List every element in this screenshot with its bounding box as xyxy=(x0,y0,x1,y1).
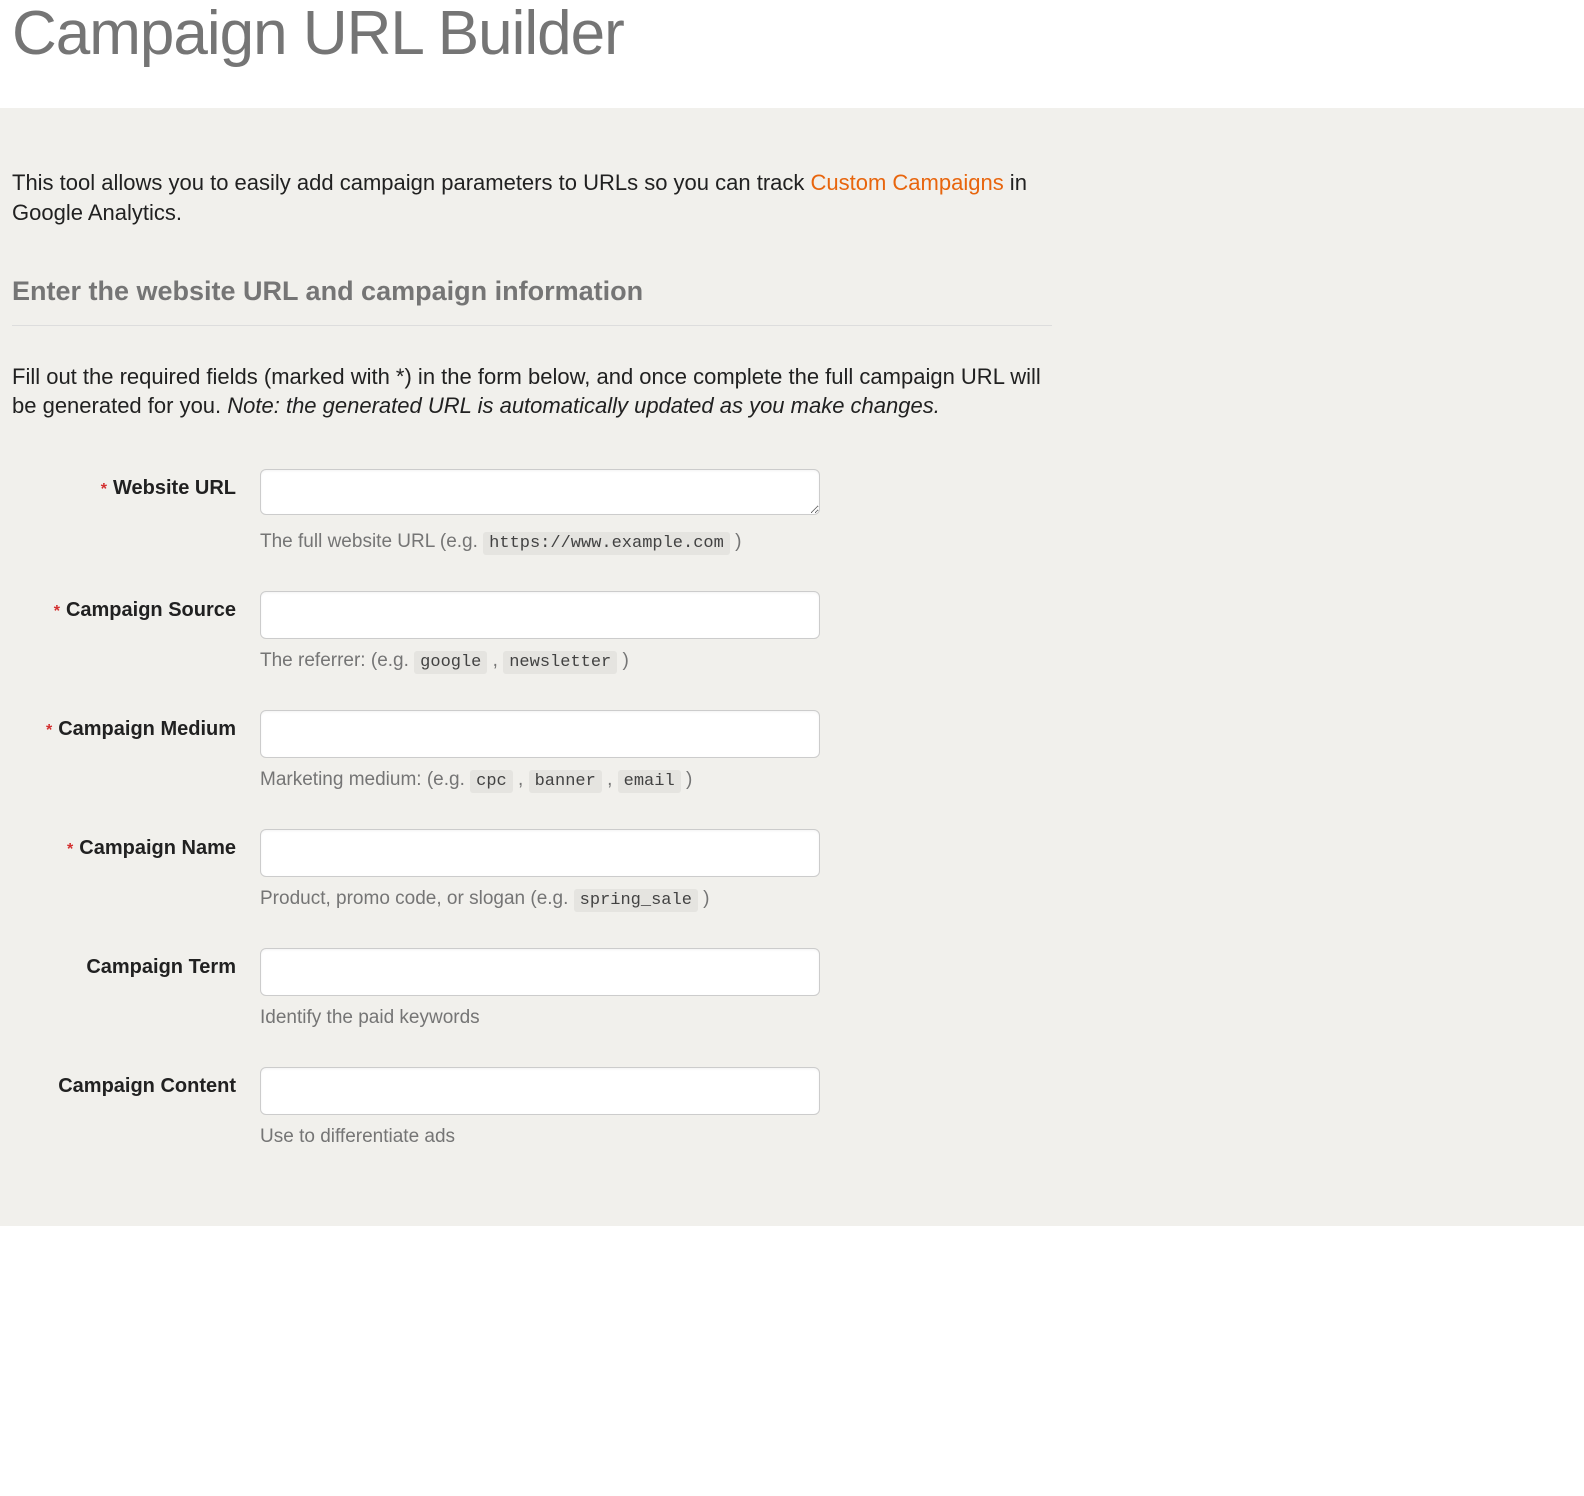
help-text-before: The full website URL (e.g. xyxy=(260,531,483,552)
campaign-content-help: Use to differentiate ads xyxy=(260,1125,820,1150)
intro-before-link: This tool allows you to easily add campa… xyxy=(12,170,811,195)
required-asterisk: * xyxy=(101,481,107,498)
website-url-help: The full website URL (e.g. https://www.e… xyxy=(260,530,820,555)
help-text-before: Marketing medium: (e.g. xyxy=(260,769,470,790)
help-text-after: ) xyxy=(730,531,742,552)
form-row-campaign-name: * Campaign Name Product, promo code, or s… xyxy=(12,829,1052,912)
required-asterisk: * xyxy=(46,722,52,739)
help-text-before: Product, promo code, or slogan (e.g. xyxy=(260,888,574,909)
campaign-medium-input[interactable] xyxy=(260,710,820,758)
instructions-text: Fill out the required fields (marked wit… xyxy=(12,362,1052,421)
help-code: cpc xyxy=(470,770,513,793)
help-text-after: ) xyxy=(617,650,629,671)
required-asterisk: * xyxy=(54,603,60,620)
campaign-source-label: Campaign Source xyxy=(66,599,236,621)
instructions-note: Note: the generated URL is automatically… xyxy=(227,393,940,418)
campaign-source-input[interactable] xyxy=(260,591,820,639)
website-url-input[interactable] xyxy=(260,469,820,515)
form-row-campaign-content: Campaign Content Use to differentiate ad… xyxy=(12,1067,1052,1150)
help-code: banner xyxy=(529,770,602,793)
section-heading: Enter the website URL and campaign infor… xyxy=(12,276,1052,326)
help-sep: , xyxy=(513,769,529,790)
campaign-medium-label: Campaign Medium xyxy=(58,718,236,740)
campaign-term-input[interactable] xyxy=(260,948,820,996)
required-asterisk: * xyxy=(67,841,73,858)
help-code: newsletter xyxy=(503,651,617,674)
campaign-source-help: The referrer: (e.g. google , newsletter … xyxy=(260,649,820,674)
campaign-name-help: Product, promo code, or slogan (e.g. spr… xyxy=(260,887,820,912)
help-code: email xyxy=(618,770,681,793)
campaign-content-label: Campaign Content xyxy=(58,1075,236,1097)
form-row-website-url: * Website URL The full website URL (e.g. … xyxy=(12,469,1052,555)
help-code: google xyxy=(414,651,487,674)
form-row-campaign-term: Campaign Term Identify the paid keywords xyxy=(12,948,1052,1031)
help-sep: , xyxy=(487,650,503,671)
intro-text: This tool allows you to easily add campa… xyxy=(12,168,1052,227)
help-code: https://www.example.com xyxy=(483,532,730,555)
website-url-label: Website URL xyxy=(113,477,236,499)
form-row-campaign-medium: * Campaign Medium Marketing medium: (e.g.… xyxy=(12,710,1052,793)
page-title: Campaign URL Builder xyxy=(12,0,1572,68)
campaign-name-label: Campaign Name xyxy=(79,837,236,859)
help-code: spring_sale xyxy=(574,889,698,912)
campaign-term-help: Identify the paid keywords xyxy=(260,1006,820,1031)
form-row-campaign-source: * Campaign Source The referrer: (e.g. goo… xyxy=(12,591,1052,674)
campaign-medium-help: Marketing medium: (e.g. cpc , banner , e… xyxy=(260,768,820,793)
help-text-after: ) xyxy=(698,888,710,909)
custom-campaigns-link[interactable]: Custom Campaigns xyxy=(811,170,1004,195)
help-sep: , xyxy=(602,769,618,790)
help-text-before: The referrer: (e.g. xyxy=(260,650,414,671)
campaign-name-input[interactable] xyxy=(260,829,820,877)
campaign-content-input[interactable] xyxy=(260,1067,820,1115)
help-text-after: ) xyxy=(681,769,693,790)
campaign-term-label: Campaign Term xyxy=(86,956,236,978)
